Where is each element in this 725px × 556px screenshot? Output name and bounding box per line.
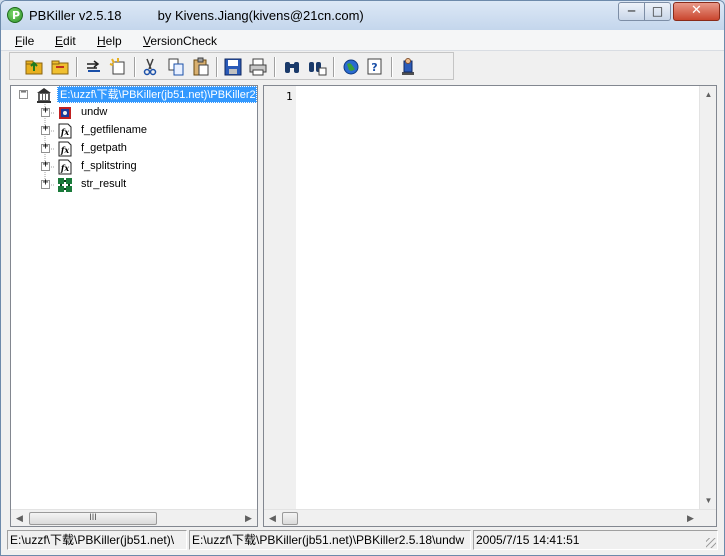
cut-icon: [143, 58, 157, 76]
tree-root-label: E:\uzzf\下载\PBKiller(jb51.net)\PBKiller2: [57, 86, 257, 103]
grip-icon: III: [89, 512, 97, 522]
status-bar: E:\uzzf\下载\PBKiller(jb51.net)\ E:\uzzf\下…: [7, 530, 718, 550]
paste-icon: [193, 57, 209, 76]
maximize-button[interactable]: □: [644, 2, 671, 21]
menu-edit[interactable]: Edit: [55, 34, 76, 48]
paste-button[interactable]: [191, 57, 211, 77]
toolbar-separator: [216, 57, 218, 77]
scroll-right-button[interactable]: ▶: [682, 510, 699, 527]
title-bar[interactable]: P PBKiller v2.5.18 by Kivens.Jiang(kiven…: [1, 1, 724, 30]
library-icon: [37, 88, 51, 103]
collapse-toggle[interactable]: −: [19, 87, 28, 99]
scroll-up-button[interactable]: ▲: [700, 86, 717, 103]
expand-toggle[interactable]: +: [41, 105, 50, 117]
scroll-thumb[interactable]: III: [29, 512, 157, 525]
import-icon: [109, 58, 125, 75]
open-icon: [25, 60, 43, 75]
copy-button[interactable]: [166, 57, 186, 77]
object-tree[interactable]: − E:\uzzf\下载\PBKiller(jb51.net)\PBKiller…: [10, 85, 258, 527]
scroll-thumb[interactable]: [282, 512, 298, 525]
tree-node-label: undw: [81, 106, 108, 118]
toolbar-separator: [333, 57, 335, 77]
status-datetime: 2005/7/15 14:41:51: [473, 530, 718, 550]
tree-node-label: f_getfilename: [81, 124, 148, 136]
function-icon: fx: [58, 141, 72, 157]
editor-horizontal-scrollbar[interactable]: ◀ ▶: [264, 509, 716, 526]
svg-text:?: ?: [371, 61, 377, 74]
export-button[interactable]: [84, 57, 104, 77]
scroll-down-button[interactable]: ▼: [700, 492, 717, 509]
close-icon: ✕: [691, 3, 702, 18]
tree-horizontal-scrollbar[interactable]: ◀ III ▶: [11, 509, 257, 526]
menu-file[interactable]: File: [15, 34, 34, 48]
svg-text:fx: fx: [60, 163, 69, 173]
export-icon: [87, 60, 100, 72]
datawindow-icon: [59, 107, 71, 119]
line-number: 1: [286, 90, 293, 103]
open-button[interactable]: [24, 57, 44, 77]
toolbar-separator: [274, 57, 276, 77]
scroll-left-button[interactable]: ◀: [264, 510, 281, 527]
line-number-gutter: 1: [264, 86, 296, 509]
menu-versioncheck[interactable]: VersionCheck: [143, 34, 217, 48]
editor-vertical-scrollbar[interactable]: ▲ ▼: [699, 86, 716, 509]
copy-icon: [168, 58, 184, 76]
help-button[interactable]: ?: [365, 57, 385, 77]
globe-icon: [343, 59, 359, 75]
print-icon: [249, 58, 267, 76]
find-button[interactable]: [282, 57, 302, 77]
scroll-left-button[interactable]: ◀: [11, 510, 28, 527]
cut-button[interactable]: [140, 57, 160, 77]
close-button[interactable]: ✕: [673, 2, 720, 21]
help-icon: ?: [367, 58, 382, 75]
svg-text:fx: fx: [60, 127, 69, 137]
function-icon: fx: [58, 159, 72, 175]
import-button[interactable]: [108, 57, 128, 77]
scroll-right-button[interactable]: ▶: [240, 510, 257, 527]
toolbar-separator: [134, 57, 136, 77]
binoculars-icon: [285, 62, 299, 73]
tree-node-label: f_splitstring: [81, 160, 137, 172]
expand-toggle[interactable]: +: [41, 123, 50, 135]
resize-grip-icon[interactable]: [706, 538, 716, 548]
save-icon: [224, 58, 242, 76]
maximize-icon: □: [651, 4, 664, 18]
print-button[interactable]: [248, 57, 268, 77]
tree-node-label: str_result: [81, 178, 127, 190]
toolbar: ?: [9, 52, 454, 80]
minimize-icon: ─: [627, 4, 636, 18]
code-editor[interactable]: 1 ▲ ▼ ◀ ▶: [263, 85, 717, 527]
minimize-button[interactable]: ─: [618, 2, 645, 21]
window-title: PBKiller v2.5.18 by Kivens.Jiang(kivens@…: [29, 8, 364, 23]
expand-toggle[interactable]: +: [41, 159, 50, 171]
app-icon: P: [7, 7, 23, 23]
open-folder-button[interactable]: [50, 57, 70, 77]
open-folder-icon: [51, 60, 69, 75]
app-window: P PBKiller v2.5.18 by Kivens.Jiang(kiven…: [0, 0, 725, 556]
find-next-icon: [309, 62, 327, 76]
toolbar-separator: [76, 57, 78, 77]
expand-toggle[interactable]: +: [41, 141, 50, 153]
expand-toggle[interactable]: +: [41, 177, 50, 189]
status-path-left: E:\uzzf\下载\PBKiller(jb51.net)\: [7, 530, 187, 550]
function-icon: fx: [58, 123, 72, 139]
tree-node-label: f_getpath: [81, 142, 127, 154]
exit-icon: [402, 58, 414, 75]
save-button[interactable]: [223, 57, 243, 77]
find-next-button[interactable]: [307, 57, 327, 77]
toolbar-separator: [391, 57, 393, 77]
web-button[interactable]: [341, 57, 361, 77]
svg-text:fx: fx: [60, 145, 69, 155]
structure-icon: [58, 178, 72, 192]
menu-bar: File Edit Help VersionCheck: [1, 30, 724, 51]
menu-help[interactable]: Help: [97, 34, 122, 48]
status-path-right: E:\uzzf\下载\PBKiller(jb51.net)\PBKiller2.…: [189, 530, 471, 550]
exit-button[interactable]: [398, 57, 418, 77]
